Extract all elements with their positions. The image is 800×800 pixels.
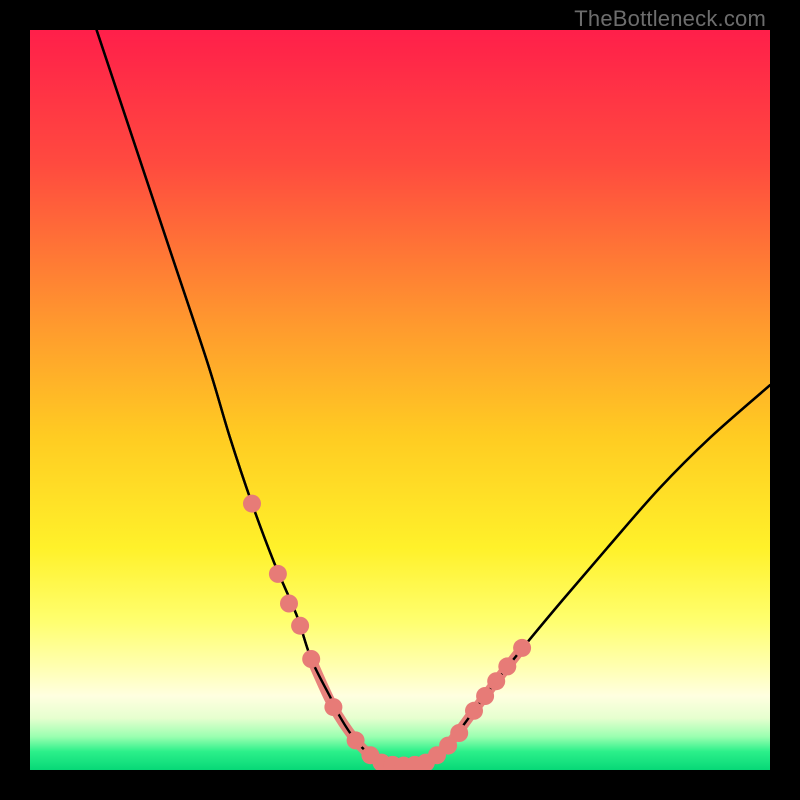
marker-dot xyxy=(269,565,287,583)
curves-layer xyxy=(30,30,770,770)
chart-frame: TheBottleneck.com xyxy=(0,0,800,800)
marker-dot xyxy=(498,657,516,675)
marker-dot xyxy=(280,595,298,613)
marker-dot xyxy=(324,698,342,716)
watermark-label: TheBottleneck.com xyxy=(574,6,766,32)
marker-dot xyxy=(513,639,531,657)
curve-v-curve xyxy=(97,30,770,766)
marker-dot xyxy=(450,724,468,742)
marker-dot xyxy=(465,702,483,720)
marker-dot xyxy=(291,617,309,635)
curve-v-curve xyxy=(97,30,770,766)
marker-dot xyxy=(476,687,494,705)
bottom-highlight xyxy=(311,648,522,766)
marker-dot xyxy=(347,731,365,749)
marker-dot xyxy=(243,495,261,513)
marker-dot xyxy=(302,650,320,668)
plot-area xyxy=(30,30,770,770)
marker-dot xyxy=(487,672,505,690)
